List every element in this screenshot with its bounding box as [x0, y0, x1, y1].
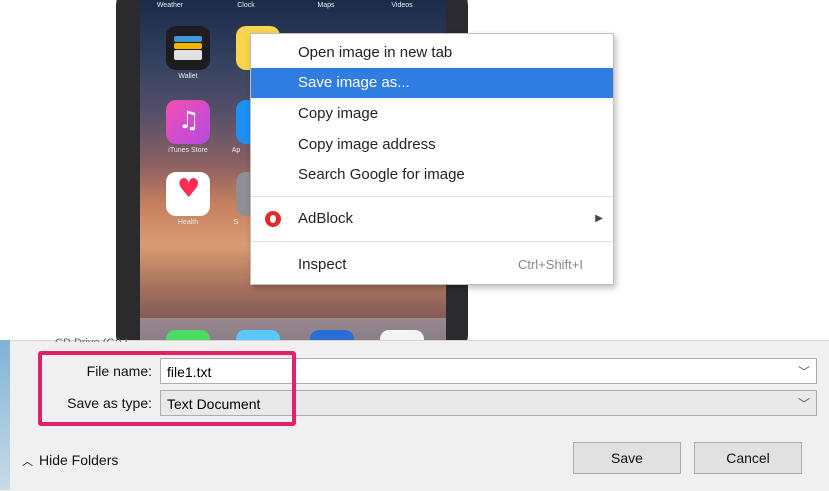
chevron-down-icon[interactable]: ﹀	[798, 391, 810, 417]
context-menu: Open image in new tab Save image as... C…	[250, 33, 614, 285]
menu-item-copy-image[interactable]: Copy image	[251, 99, 613, 129]
menu-item-label: Open image in new tab	[298, 44, 453, 61]
highlight-box	[38, 351, 296, 426]
mail-app-icon	[236, 330, 280, 340]
chevron-up-icon: ︿	[22, 456, 33, 468]
cancel-button[interactable]: Cancel	[694, 442, 802, 474]
hide-folders-toggle[interactable]: ︿ Hide Folders	[22, 452, 118, 469]
desktop-edge	[0, 340, 10, 490]
menu-item-label: Inspect	[298, 256, 347, 273]
itunes-store-icon: ♫	[166, 100, 210, 144]
submenu-arrow-icon: ▶	[595, 213, 603, 224]
menu-item-open-image-new-tab[interactable]: Open image in new tab	[251, 38, 613, 68]
menu-item-label: Copy image address	[298, 136, 436, 153]
menu-item-label: AdBlock	[298, 210, 354, 227]
chevron-down-icon[interactable]: ﹀	[798, 359, 810, 385]
app-label-health: Health	[177, 219, 199, 226]
adblock-icon	[265, 211, 281, 227]
menu-item-save-image-as[interactable]: Save image as...	[251, 68, 613, 98]
health-icon: ♥	[166, 172, 210, 216]
app-label-itunes: iTunes Store	[168, 147, 208, 154]
menu-separator	[251, 241, 613, 242]
shortcut-label: Ctrl+Shift+I	[517, 257, 583, 272]
menu-separator	[251, 196, 613, 197]
hide-folders-label: Hide Folders	[39, 452, 119, 468]
app-label-appstore: Ap	[231, 147, 241, 154]
app-label-settings: S	[233, 219, 239, 226]
save-button[interactable]: Save	[573, 442, 681, 474]
app-label-wallet: Wallet	[178, 73, 198, 80]
app-label-videos: Videos	[391, 2, 413, 9]
menu-item-label: Save image as...	[298, 74, 410, 91]
menu-item-label: Copy image	[298, 105, 379, 122]
app-label-clock: Clock	[237, 2, 255, 9]
menu-item-copy-image-address[interactable]: Copy image address	[251, 130, 613, 160]
menu-item-label: Search Google for image	[298, 166, 465, 183]
music-app-icon	[380, 330, 424, 340]
wallet-icon	[166, 26, 210, 70]
safari-app-icon	[310, 330, 354, 340]
menu-item-search-google-for-image[interactable]: Search Google for image	[251, 160, 613, 190]
menu-item-inspect[interactable]: Inspect Ctrl+Shift+I	[251, 250, 613, 280]
phone-app-icon	[166, 330, 210, 340]
drive-label: CD Drive (G:) L	[55, 332, 131, 342]
app-label-weather: Weather	[156, 2, 184, 9]
app-label-maps: Maps	[317, 2, 335, 9]
menu-item-adblock[interactable]: AdBlock ▶	[251, 204, 613, 234]
